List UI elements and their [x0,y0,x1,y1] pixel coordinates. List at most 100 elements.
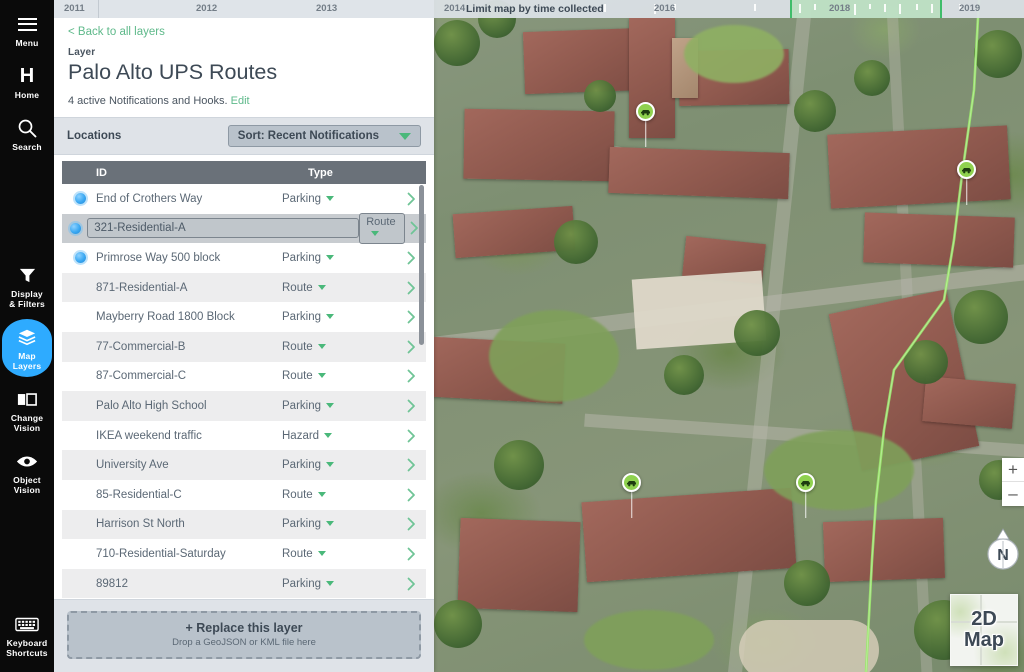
map-canvas[interactable] [434,0,1024,672]
location-type-dropdown[interactable]: Parking [282,311,398,323]
table-row[interactable]: Palo Alto High SchoolParking [62,391,426,421]
location-type-dropdown[interactable]: Route [282,341,398,353]
table-row[interactable]: 87-Commercial-C Route [62,362,426,392]
map-zoom-controls[interactable]: + – [1002,458,1024,506]
time-filter-timeline[interactable]: 2011 2012 2013 2014 2016 2018 2019 Limit… [54,0,1024,18]
location-type-dropdown[interactable]: Route [282,370,398,382]
table-row[interactable]: Harrison St NorthParking [62,510,426,540]
nav-item-map-layers[interactable]: Map Layers [0,317,54,379]
locations-row-list: End of Crothers WayParkingRoutePrimrose … [62,184,426,598]
nav-label-search: Search [2,142,52,152]
nav-label-menu: Menu [2,38,52,48]
timeline-tick-2013: 2013 [316,0,337,18]
zoom-out-button[interactable]: – [1002,482,1024,506]
location-type-dropdown[interactable]: Route [282,282,398,294]
table-row[interactable]: 871-Residential-A Route [62,273,426,303]
hamburger-menu-icon [2,13,52,35]
satellite-imagery [434,0,1024,672]
location-type-dropdown[interactable]: Parking [282,459,398,471]
location-type-dropdown[interactable]: Route [282,548,398,560]
location-type-dropdown[interactable]: Parking [282,578,398,590]
sort-dropdown[interactable]: Sort: Recent Notifications [228,125,421,147]
zoom-in-button[interactable]: + [1002,458,1024,482]
nav-item-menu[interactable]: Menu [0,4,54,56]
location-type-dropdown[interactable]: Route [282,489,398,501]
nav-item-display-filters[interactable]: Display & Filters [0,255,54,317]
map-marker[interactable] [622,473,641,492]
location-type-dropdown[interactable]: Route [359,213,405,244]
nav-item-object-vision[interactable]: Object Vision [0,441,54,503]
location-id-label: 85-Residential-C [96,489,182,501]
layer-detail-panel: < Back to all layers Layer Palo Alto UPS… [54,0,434,672]
table-row[interactable]: Primrose Way 500 blockParking [62,243,426,273]
map-marker[interactable] [957,160,976,179]
table-scrollbar-thumb[interactable] [419,185,424,345]
nav-label-shortcuts: Shortcuts [2,648,52,658]
row-detail-chevron-icon[interactable] [398,577,424,591]
nav-item-keyboard-shortcuts[interactable]: Keyboard Shortcuts [0,604,54,666]
location-type-dropdown[interactable]: Parking [282,193,398,205]
table-row[interactable]: 85-Residential-C Route [62,480,426,510]
row-detail-chevron-icon[interactable] [398,547,424,561]
replace-layer-dropzone[interactable]: + Replace this layer Drop a GeoJSON or K… [67,611,421,659]
replace-layer-hint: Drop a GeoJSON or KML file here [75,637,413,648]
location-pin-icon[interactable] [75,193,86,204]
timeline-selected-range[interactable] [790,0,942,18]
table-header-row: ID Type [62,161,426,184]
location-type-dropdown[interactable]: Parking [282,252,398,264]
back-to-all-layers-link[interactable]: < Back to all layers [68,26,420,38]
location-type-dropdown[interactable]: Hazard [282,430,398,442]
nav-item-change-vision[interactable]: Change Vision [0,379,54,441]
timeline-tick-2019: 2019 [959,0,980,18]
chevron-down-icon [318,551,326,556]
location-id-label: 87-Commercial-C [96,370,186,382]
sort-dropdown-label: Sort: Recent Notifications [238,130,379,142]
location-pin-icon[interactable] [75,252,86,263]
row-detail-chevron-icon[interactable] [398,458,424,472]
row-detail-chevron-icon[interactable] [398,488,424,502]
row-detail-chevron-icon[interactable] [398,517,424,531]
table-row[interactable]: End of Crothers WayParking [62,184,426,214]
table-row[interactable]: IKEA weekend trafficHazard [62,421,426,451]
location-id-cell [87,218,359,238]
map-marker[interactable] [796,473,815,492]
table-row[interactable]: Mayberry Road 1800 BlockParking [62,302,426,332]
location-id-cell: 871-Residential-A [96,282,282,294]
location-type-label: Parking [282,578,321,590]
edit-hooks-link[interactable]: Edit [231,95,250,107]
nav-label-vision-2: Vision [2,485,52,495]
location-type-dropdown[interactable]: Parking [282,518,398,530]
basemap-toggle-button[interactable]: 2D Map [950,594,1018,666]
vehicle-marker-icon [636,102,655,121]
timeline-tick-2012: 2012 [196,0,217,18]
left-navigation-rail: Menu H Home Search Display & Filters [0,0,54,672]
table-row[interactable]: 77-Commercial-BRoute [62,332,426,362]
basemap-mode-label: 2D [964,609,1004,629]
location-type-dropdown[interactable]: Parking [282,400,398,412]
location-id-label: 871-Residential-A [96,282,187,294]
replace-layer-label: + Replace this layer [75,621,413,635]
location-pin-icon[interactable] [70,223,81,234]
nav-label-filters: & Filters [2,299,52,309]
location-type-label: Parking [282,193,321,205]
nav-label-vision-1: Vision [2,423,52,433]
nav-label-object: Object [2,475,52,485]
location-id-input[interactable] [87,218,359,238]
table-scrollbar[interactable] [419,185,424,455]
chevron-down-icon [326,521,334,526]
map-marker[interactable] [636,102,655,121]
location-pin-cell [64,252,96,263]
nav-item-home[interactable]: H Home [0,56,54,108]
nav-label-map: Map [2,351,52,361]
table-row[interactable]: Route [62,214,426,244]
table-row[interactable]: 89812Parking [62,569,426,599]
nav-item-search[interactable]: Search [0,108,54,160]
vehicle-marker-icon [796,473,815,492]
change-vision-icon [2,388,52,410]
location-pin-cell [64,193,96,204]
table-row[interactable]: 710-Residential-SaturdayRoute [62,539,426,569]
locations-table-wrapper[interactable]: ID Type End of Crothers WayParkingRouteP… [54,155,434,599]
table-row[interactable]: University AveParking [62,450,426,480]
page-title: Palo Alto UPS Routes [68,59,420,85]
compass-control[interactable]: N [981,528,1024,572]
